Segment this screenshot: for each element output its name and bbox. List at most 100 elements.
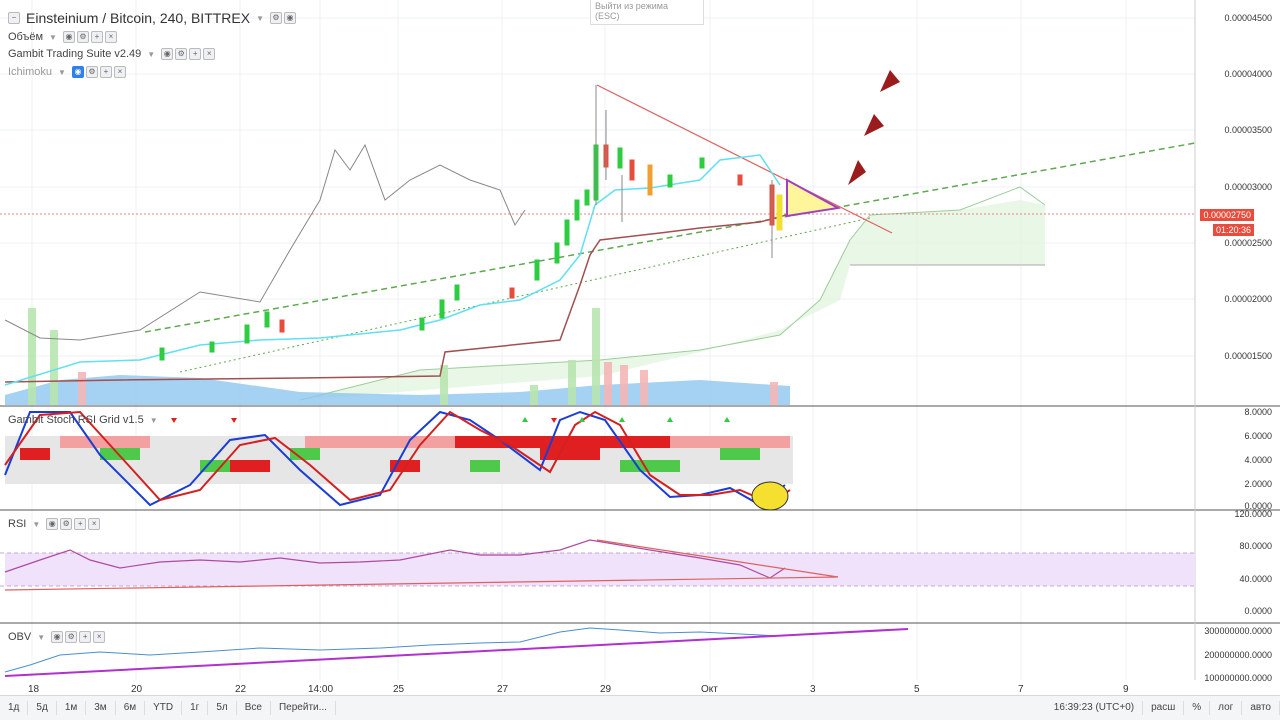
close-icon[interactable]: × (113, 66, 126, 78)
add-icon[interactable]: + (79, 631, 92, 643)
symbol-title: Einsteinium / Bitcoin, 240, BITTREX (26, 10, 251, 26)
auto-toggle[interactable]: авто (1242, 701, 1280, 715)
obv-tick: 100000000.0000 (1204, 673, 1272, 683)
chevron-down-icon[interactable]: ▼ (150, 416, 158, 425)
time-tick: 7 (1018, 684, 1024, 695)
add-icon[interactable]: + (90, 31, 103, 43)
chevron-down-icon[interactable]: ▼ (147, 50, 155, 59)
time-tick: 20 (131, 684, 143, 695)
eye-icon[interactable]: ◉ (161, 48, 174, 60)
chevron-down-icon[interactable]: ▼ (49, 33, 57, 42)
obv-tick: 300000000.0000 (1204, 626, 1272, 636)
price-tick: 0.00003000 (1224, 182, 1272, 192)
time-tick: 25 (393, 684, 405, 695)
candles (159, 85, 783, 361)
add-icon[interactable]: + (74, 518, 87, 530)
ichimoku-legend: Ichimoku ▼ ◉ ⚙ + × (8, 66, 126, 78)
extended-toggle[interactable]: расш (1143, 701, 1185, 715)
ichimoku-cloud (300, 200, 1045, 400)
chart-canvas[interactable] (0, 0, 1280, 719)
time-tick: 22 (235, 684, 247, 695)
exit-hint-text: Выйти из режима (595, 1, 668, 11)
close-icon[interactable]: × (93, 631, 106, 643)
price-tick: 0.00001500 (1224, 351, 1272, 361)
range-6m[interactable]: 6м (116, 701, 146, 715)
clock[interactable]: 16:39:23 (UTC+0) (1046, 701, 1144, 715)
time-tick: 3 (810, 684, 816, 695)
stoch-tick: 8.0000 (1244, 407, 1272, 417)
price-tick: 0.00004500 (1224, 13, 1272, 23)
range-3m[interactable]: 3м (86, 701, 116, 715)
price-tick: 0.00002500 (1224, 238, 1272, 248)
time-tick: 9 (1123, 684, 1129, 695)
obv-tick: 200000000.0000 (1204, 650, 1272, 660)
range-ytd[interactable]: YTD (145, 701, 183, 715)
highlight-circle (751, 481, 789, 511)
stoch-tick: 4.0000 (1244, 455, 1272, 465)
indicator-label-rsi[interactable]: RSI (8, 518, 26, 530)
range-all[interactable]: Все (237, 701, 271, 715)
eye-icon[interactable]: ◉ (284, 12, 297, 24)
rsi-tick: 0.0000 (1244, 606, 1272, 616)
settings-icon[interactable]: ⚙ (85, 66, 98, 78)
obv-legend: OBV ▼ ◉ ⚙ + × (8, 631, 106, 643)
tenkan-line (4, 154, 781, 386)
range-5d[interactable]: 5д (28, 701, 57, 715)
time-tick: 27 (497, 684, 509, 695)
rsi-legend: RSI ▼ ◉ ⚙ + × (8, 518, 101, 530)
collapse-icon[interactable]: − (8, 12, 20, 24)
stoch-tick: 6.0000 (1244, 431, 1272, 441)
eye-icon[interactable]: ◉ (62, 31, 75, 43)
range-1d[interactable]: 1д (0, 701, 29, 715)
eye-icon[interactable]: ◉ (46, 518, 59, 530)
indicator-label-ichimoku[interactable]: Ichimoku (8, 66, 52, 78)
time-tick: Окт (701, 684, 718, 695)
rsi-tick: 80.0000 (1239, 541, 1272, 551)
exit-hint-key: (ESC) (595, 11, 620, 21)
add-icon[interactable]: + (189, 48, 202, 60)
obv-line (4, 627, 781, 673)
stoch-legend: Gambit Stoch RSI Grid v1.5 ▼ (8, 414, 158, 426)
settings-icon[interactable]: ⚙ (65, 631, 78, 643)
bar-timer-tag: 01:20:36 (1212, 224, 1254, 236)
volume-legend: Объём ▼ ◉ ⚙ + × (8, 31, 117, 43)
percent-toggle[interactable]: % (1184, 701, 1211, 715)
rocket-icons (848, 70, 900, 185)
chevron-down-icon[interactable]: ▼ (58, 68, 66, 77)
close-icon[interactable]: × (88, 518, 101, 530)
range-1m[interactable]: 1м (57, 701, 87, 715)
chevron-down-icon[interactable]: ▼ (32, 520, 40, 529)
settings-icon[interactable]: ⚙ (60, 518, 73, 530)
indicator-label-volume[interactable]: Объём (8, 31, 43, 43)
gambit-legend: Gambit Trading Suite v2.49 ▼ ◉ ⚙ + × (8, 48, 216, 60)
time-tick: 14:00 (308, 684, 334, 695)
chevron-down-icon[interactable]: ▼ (37, 633, 45, 642)
eye-icon[interactable]: ◉ (71, 66, 84, 78)
settings-icon[interactable]: ⚙ (175, 48, 188, 60)
indicator-label-gambit[interactable]: Gambit Trading Suite v2.49 (8, 48, 141, 60)
time-tick: 29 (600, 684, 612, 695)
eye-icon[interactable]: ◉ (51, 631, 64, 643)
add-icon[interactable]: + (99, 66, 112, 78)
settings-icon[interactable]: ⚙ (76, 31, 89, 43)
goto-button[interactable]: Перейти... (271, 701, 336, 715)
exit-fullscreen-hint[interactable]: Выйти из режима (ESC) (590, 0, 704, 25)
close-icon[interactable]: × (203, 48, 216, 60)
bottom-toolbar: 1д 5д 1м 3м 6м YTD 1г 5л Все Перейти... … (0, 695, 1280, 720)
time-tick: 18 (28, 684, 40, 695)
settings-icon[interactable]: ⚙ (270, 12, 283, 24)
price-tick: 0.00002000 (1224, 294, 1272, 304)
chevron-down-icon[interactable]: ▼ (256, 14, 264, 23)
indicator-label-obv[interactable]: OBV (8, 631, 31, 643)
symbol-header: − Einsteinium / Bitcoin, 240, BITTREX ▼ … (8, 10, 297, 26)
time-tick: 5 (914, 684, 920, 695)
range-1y[interactable]: 1г (182, 701, 209, 715)
indicator-label-stoch[interactable]: Gambit Stoch RSI Grid v1.5 (8, 414, 144, 426)
range-5y[interactable]: 5л (208, 701, 237, 715)
stoch-tick: 2.0000 (1244, 479, 1272, 489)
price-tick: 0.00003500 (1224, 125, 1272, 135)
log-toggle[interactable]: лог (1210, 701, 1243, 715)
price-tick: 0.00004000 (1224, 69, 1272, 79)
close-icon[interactable]: × (104, 31, 117, 43)
rsi-tick: 120.0000 (1234, 509, 1272, 519)
